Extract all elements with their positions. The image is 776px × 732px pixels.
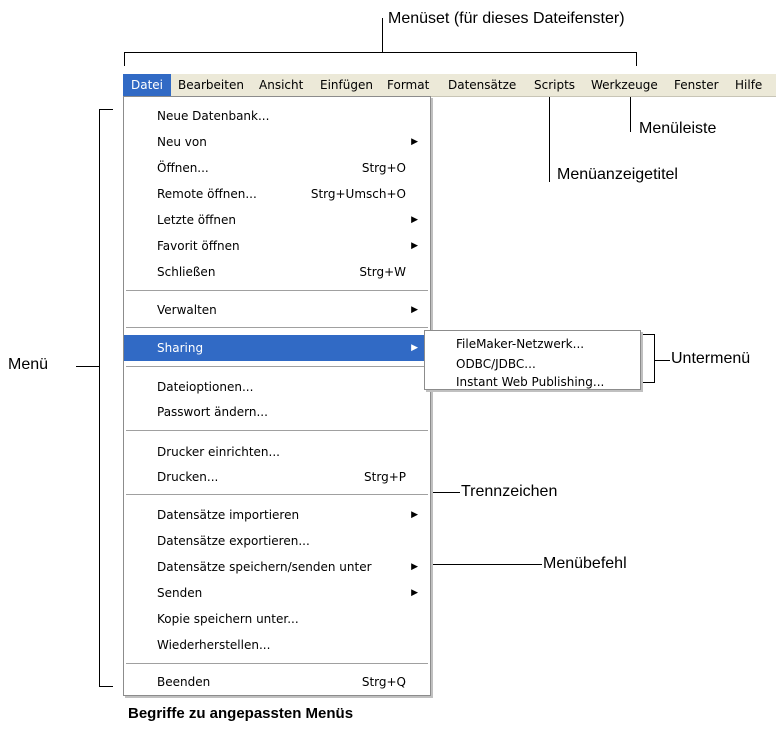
menu-item-datensaetze-exportieren[interactable]: Datensätze exportieren...: [124, 528, 430, 554]
submenu-arrow-icon: ▶: [411, 215, 418, 225]
submenu-item-odbc-jdbc[interactable]: ODBC/JDBC...: [425, 355, 640, 373]
menu-item-datensaetze-speichern-senden[interactable]: Datensätze speichern/senden unter ▶: [124, 554, 430, 580]
menu-item-neu-von[interactable]: Neu von ▶: [124, 129, 430, 155]
menue-connector: [76, 366, 99, 367]
menubar-item-fenster[interactable]: Fenster: [674, 74, 719, 96]
menu-separator: [126, 430, 428, 432]
menubar-item-ansicht[interactable]: Ansicht: [259, 74, 303, 96]
menu-bar: Datei Bearbeiten Ansicht Einfügen Format…: [123, 74, 776, 97]
callout-menue: Menü: [8, 356, 49, 373]
shortcut-label: Strg+O: [361, 161, 406, 175]
shortcut-label: Strg+Q: [361, 675, 406, 689]
menu-item-schliessen[interactable]: Schließen Strg+W: [124, 259, 430, 285]
menue-bracket-top: [99, 109, 113, 110]
menueset-bracket-right: [636, 52, 637, 66]
menu-item-sharing[interactable]: Sharing ▶: [124, 335, 430, 361]
callout-menuebefehl: Menübefehl: [543, 555, 627, 572]
menu-item-passwort-aendern[interactable]: Passwort ändern...: [124, 399, 430, 425]
menu-item-senden[interactable]: Senden ▶: [124, 580, 430, 606]
submenu-arrow-icon: ▶: [411, 305, 418, 315]
menueset-bracket-left: [124, 52, 125, 66]
menu-item-remote-oeffnen[interactable]: Remote öffnen... Strg+Umsch+O: [124, 181, 430, 207]
menue-bracket-bottom: [99, 686, 113, 687]
file-menu: Neue Datenbank... Neu von ▶ Öffnen... St…: [123, 96, 431, 696]
callout-menueleiste: Menüleiste: [639, 120, 717, 137]
menu-separator: [126, 663, 428, 665]
callout-menueanzeigetitel: Menüanzeigetitel: [557, 166, 678, 183]
menubar-item-datensaetze[interactable]: Datensätze: [448, 74, 516, 96]
menu-item-oeffnen[interactable]: Öffnen... Strg+O: [124, 155, 430, 181]
menubar-item-datei[interactable]: Datei: [123, 74, 171, 96]
menubar-item-bearbeiten[interactable]: Bearbeiten: [178, 74, 244, 96]
shortcut-label: Strg+Umsch+O: [310, 187, 406, 201]
menu-item-drucker-einrichten[interactable]: Drucker einrichten...: [124, 439, 430, 465]
untermenue-bracket-bottom: [642, 382, 655, 383]
menubar-item-format[interactable]: Format: [387, 74, 429, 96]
menu-item-letzte-oeffnen[interactable]: Letzte öffnen ▶: [124, 207, 430, 233]
menuebefehl-connector: [416, 564, 542, 565]
menu-item-kopie-speichern[interactable]: Kopie speichern unter...: [124, 606, 430, 632]
menu-item-verwalten[interactable]: Verwalten ▶: [124, 297, 430, 323]
shortcut-label: Strg+P: [364, 470, 406, 484]
menue-bracket: [99, 109, 100, 686]
menu-item-dateioptionen[interactable]: Dateioptionen...: [124, 374, 430, 400]
menueset-bracket: [124, 52, 637, 53]
menubar-item-hilfe[interactable]: Hilfe: [735, 74, 762, 96]
sharing-submenu: FileMaker-Netzwerk... ODBC/JDBC... Insta…: [424, 330, 641, 390]
figure-caption: Begriffe zu angepassten Menüs: [128, 705, 354, 722]
menueset-connector: [382, 18, 383, 52]
menu-separator: [126, 327, 428, 329]
callout-untermenue: Untermenü: [671, 350, 751, 367]
menu-item-datensaetze-importieren[interactable]: Datensätze importieren ▶: [124, 502, 430, 528]
menubar-item-scripts[interactable]: Scripts: [534, 74, 575, 96]
callout-trennzeichen: Trennzeichen: [461, 483, 558, 500]
untermenue-bracket: [654, 334, 655, 382]
submenu-item-filemaker-netzwerk[interactable]: FileMaker-Netzwerk...: [425, 335, 640, 353]
menu-item-favorit-oeffnen[interactable]: Favorit öffnen ▶: [124, 233, 430, 259]
submenu-item-instant-web-publishing[interactable]: Instant Web Publishing...: [425, 373, 640, 391]
callout-menueset: Menüset (für dieses Dateifenster): [388, 10, 625, 27]
menubar-item-werkzeuge[interactable]: Werkzeuge: [591, 74, 658, 96]
menu-separator: [126, 290, 428, 292]
untermenue-connector: [654, 360, 670, 361]
submenu-arrow-icon: ▶: [411, 562, 418, 572]
menu-item-drucken[interactable]: Drucken... Strg+P: [124, 464, 430, 490]
menu-separator: [126, 366, 428, 368]
submenu-arrow-icon: ▶: [411, 510, 418, 520]
submenu-arrow-icon: ▶: [411, 137, 418, 147]
menu-separator: [126, 494, 428, 496]
menubar-item-einfuegen[interactable]: Einfügen: [320, 74, 373, 96]
untermenue-bracket-top: [642, 334, 655, 335]
submenu-arrow-icon: ▶: [411, 241, 418, 251]
menu-item-wiederherstellen[interactable]: Wiederherstellen...: [124, 632, 430, 658]
menueanzeigetitel-connector: [549, 96, 550, 182]
shortcut-label: Strg+W: [359, 265, 406, 279]
submenu-arrow-icon: ▶: [411, 343, 418, 353]
menu-item-neue-datenbank[interactable]: Neue Datenbank...: [124, 103, 430, 129]
menueleiste-connector: [630, 96, 631, 132]
menu-item-beenden[interactable]: Beenden Strg+Q: [124, 669, 430, 695]
submenu-arrow-icon: ▶: [411, 588, 418, 598]
